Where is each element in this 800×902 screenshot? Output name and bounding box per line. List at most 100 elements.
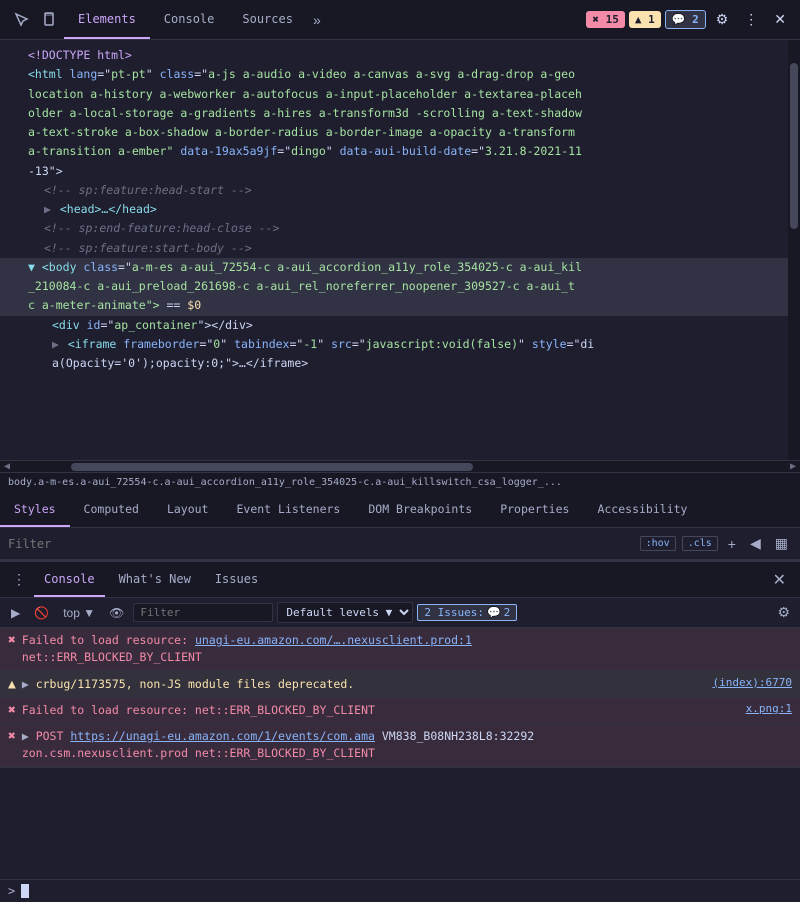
tab-layout[interactable]: Layout xyxy=(153,492,223,527)
attr-name: data-19ax5a9jf xyxy=(180,144,277,158)
html-line[interactable]: -13"> xyxy=(0,162,788,181)
horizontal-scrollbar[interactable]: ◀ ▶ xyxy=(0,460,800,472)
filter-cls-button[interactable]: .cls xyxy=(682,536,718,551)
equals-sign: == xyxy=(167,298,181,312)
expand-arrow-icon[interactable]: ▶ xyxy=(44,202,51,216)
play-button[interactable]: ▶ xyxy=(6,604,25,622)
html-line[interactable]: older a-local-storage a-gradients a-hire… xyxy=(0,104,788,123)
expand-icon[interactable]: ▶ xyxy=(22,729,36,743)
scroll-left-icon[interactable]: ◀ xyxy=(0,461,14,472)
html-comment: <!-- sp:feature:head-start --> xyxy=(44,183,252,197)
resource-link[interactable]: https://unagi-eu.amazon.com/1/events/com… xyxy=(70,729,375,743)
html-line[interactable]: <div id="ap_container"></div> xyxy=(0,316,788,335)
html-comment: <!-- sp:feature:start-body --> xyxy=(44,241,252,255)
html-line-selected[interactable]: _210084-c a-aui_preload_261698-c a-aui_r… xyxy=(0,277,788,296)
tab-sources[interactable]: Sources xyxy=(228,0,307,39)
attr-name: class xyxy=(83,260,118,274)
html-doctype: <!DOCTYPE html> xyxy=(28,48,132,62)
breadcrumb: body.a-m-es.a-aui_72554-c.a-aui_accordio… xyxy=(0,472,800,492)
context-selector[interactable]: top ▼ xyxy=(58,604,100,622)
html-line[interactable]: a(Opacity='0');opacity:0;">…</iframe> xyxy=(0,354,788,373)
block-button[interactable]: 🚫 xyxy=(29,604,54,622)
html-line[interactable]: a-text-stroke a-box-shadow a-border-radi… xyxy=(0,123,788,142)
filter-arrow-button[interactable]: ◀ xyxy=(746,533,765,554)
html-line[interactable]: <!-- sp:feature:head-start --> xyxy=(0,181,788,200)
resource-link[interactable]: unagi-eu.amazon.com/….nexusclient.prod:1 xyxy=(195,633,472,647)
html-tag: <html xyxy=(28,67,70,81)
html-line[interactable]: a-transition a-ember" data-19ax5a9jf="di… xyxy=(0,142,788,161)
expand-arrow-icon[interactable]: ▶ xyxy=(52,337,59,351)
tab-computed[interactable]: Computed xyxy=(70,492,153,527)
attr-value: a-text-stroke a-box-shadow a-border-radi… xyxy=(28,125,575,139)
html-content[interactable]: <!DOCTYPE html> <html lang="pt-pt" class… xyxy=(0,40,788,460)
tab-dom-breakpoints[interactable]: DOM Breakpoints xyxy=(354,492,486,527)
html-line[interactable]: <!-- sp:feature:start-body --> xyxy=(0,239,788,258)
attr-name: data-aui-build-date xyxy=(340,144,472,158)
html-line[interactable]: <!DOCTYPE html> xyxy=(0,46,788,65)
body-tag: ▼ xyxy=(28,260,35,274)
scrollbar-thumb xyxy=(790,63,798,229)
source-link[interactable]: x.png:1 xyxy=(746,702,792,715)
html-line[interactable]: ▶ <iframe frameborder="0" tabindex="-1" … xyxy=(0,335,788,354)
attr-value: -1 xyxy=(303,337,317,351)
error-badge[interactable]: ✖ 15 xyxy=(586,11,625,28)
console-close-button[interactable]: ✕ xyxy=(767,568,792,592)
warning-badge[interactable]: ▲ 1 xyxy=(629,11,661,28)
attr-value: older a-local-storage a-gradients a-hire… xyxy=(28,106,582,120)
html-line[interactable]: <!-- sp:end-feature:head-close --> xyxy=(0,219,788,238)
vertical-scrollbar[interactable] xyxy=(788,40,800,460)
tab-console[interactable]: Console xyxy=(150,0,229,39)
expand-icon[interactable]: ▶ xyxy=(22,677,36,691)
error-icon: ✖ xyxy=(8,633,16,648)
html-line[interactable]: <html lang="pt-pt" class="a-js a-audio a… xyxy=(0,65,788,84)
toolbar-right: ✖ 15 ▲ 1 💬 2 ⚙ ⋮ ✕ xyxy=(586,7,792,32)
tab-event-listeners[interactable]: Event Listeners xyxy=(222,492,354,527)
filter-hov-button[interactable]: :hov xyxy=(640,536,676,551)
filter-cols-button[interactable]: ▦ xyxy=(771,533,792,554)
tab-elements[interactable]: Elements xyxy=(64,0,150,39)
attr-value: dingo xyxy=(291,144,326,158)
console-section: ⋮ Console What's New Issues ✕ ▶ 🚫 top ▼ … xyxy=(0,560,800,902)
div-tag: <div xyxy=(52,318,87,332)
console-filter-input[interactable] xyxy=(133,603,273,622)
tab-properties[interactable]: Properties xyxy=(486,492,583,527)
issues-badge[interactable]: 2 Issues: 💬 2 xyxy=(417,604,517,621)
console-prompt: > xyxy=(8,884,15,898)
chat-badge[interactable]: 💬 2 xyxy=(665,10,706,29)
console-message-error-3: ✖ ▶ POST https://unagi-eu.amazon.com/1/e… xyxy=(0,724,800,768)
console-messages[interactable]: ✖ Failed to load resource: unagi-eu.amaz… xyxy=(0,628,800,879)
more-options-button[interactable]: ⋮ xyxy=(738,7,764,32)
settings-button[interactable]: ⚙ xyxy=(710,7,735,32)
message-text: ▶ crbug/1173575, non-JS module files dep… xyxy=(22,676,707,693)
scroll-right-icon[interactable]: ▶ xyxy=(786,461,800,472)
filter-plus-button[interactable]: + xyxy=(724,534,740,554)
eye-button[interactable]: 👁 xyxy=(104,604,129,622)
tab-styles[interactable]: Styles xyxy=(0,492,70,527)
attr-value: a-js a-audio a-video a-canvas a-svg a-dr… xyxy=(208,67,575,81)
tab-whats-new[interactable]: What's New xyxy=(109,562,201,597)
html-line[interactable]: ▶ <head>…</head> xyxy=(0,200,788,219)
console-toolbar: ▶ 🚫 top ▼ 👁 Default levels ▼ 2 Issues: 💬… xyxy=(0,598,800,628)
console-settings-button[interactable]: ⚙ xyxy=(773,602,794,623)
html-line-selected[interactable]: ▼ <body class="a-m-es a-aui_72554-c a-au… xyxy=(0,258,788,277)
inspect-element-button[interactable] xyxy=(8,8,36,32)
more-tabs-button[interactable]: » xyxy=(307,8,327,32)
device-toggle-button[interactable] xyxy=(36,8,64,32)
tab-console[interactable]: Console xyxy=(34,562,105,597)
filter-input[interactable] xyxy=(8,537,640,551)
tab-issues[interactable]: Issues xyxy=(205,562,268,597)
attr-value: 3.21.8-2021-11 xyxy=(485,144,582,158)
html-line-selected[interactable]: c a-meter-animate"> == $0 xyxy=(0,296,788,315)
html-comment: <!-- sp:end-feature:head-close --> xyxy=(44,221,279,235)
close-button[interactable]: ✕ xyxy=(768,7,792,32)
styles-tab-bar: Styles Computed Layout Event Listeners D… xyxy=(0,492,800,528)
tab-accessibility[interactable]: Accessibility xyxy=(583,492,701,527)
html-panel: <!DOCTYPE html> <html lang="pt-pt" class… xyxy=(0,40,800,460)
source-link[interactable]: (index):6770 xyxy=(713,676,792,689)
devtools-toolbar: Elements Console Sources » ✖ 15 ▲ 1 💬 2 … xyxy=(0,0,800,40)
more-options-icon[interactable]: ⋮ xyxy=(8,568,30,592)
dollar-text xyxy=(160,298,167,312)
level-select[interactable]: Default levels ▼ xyxy=(277,602,413,623)
issues-count: 2 xyxy=(504,606,511,619)
html-line[interactable]: location a-history a-webworker a-autofoc… xyxy=(0,85,788,104)
